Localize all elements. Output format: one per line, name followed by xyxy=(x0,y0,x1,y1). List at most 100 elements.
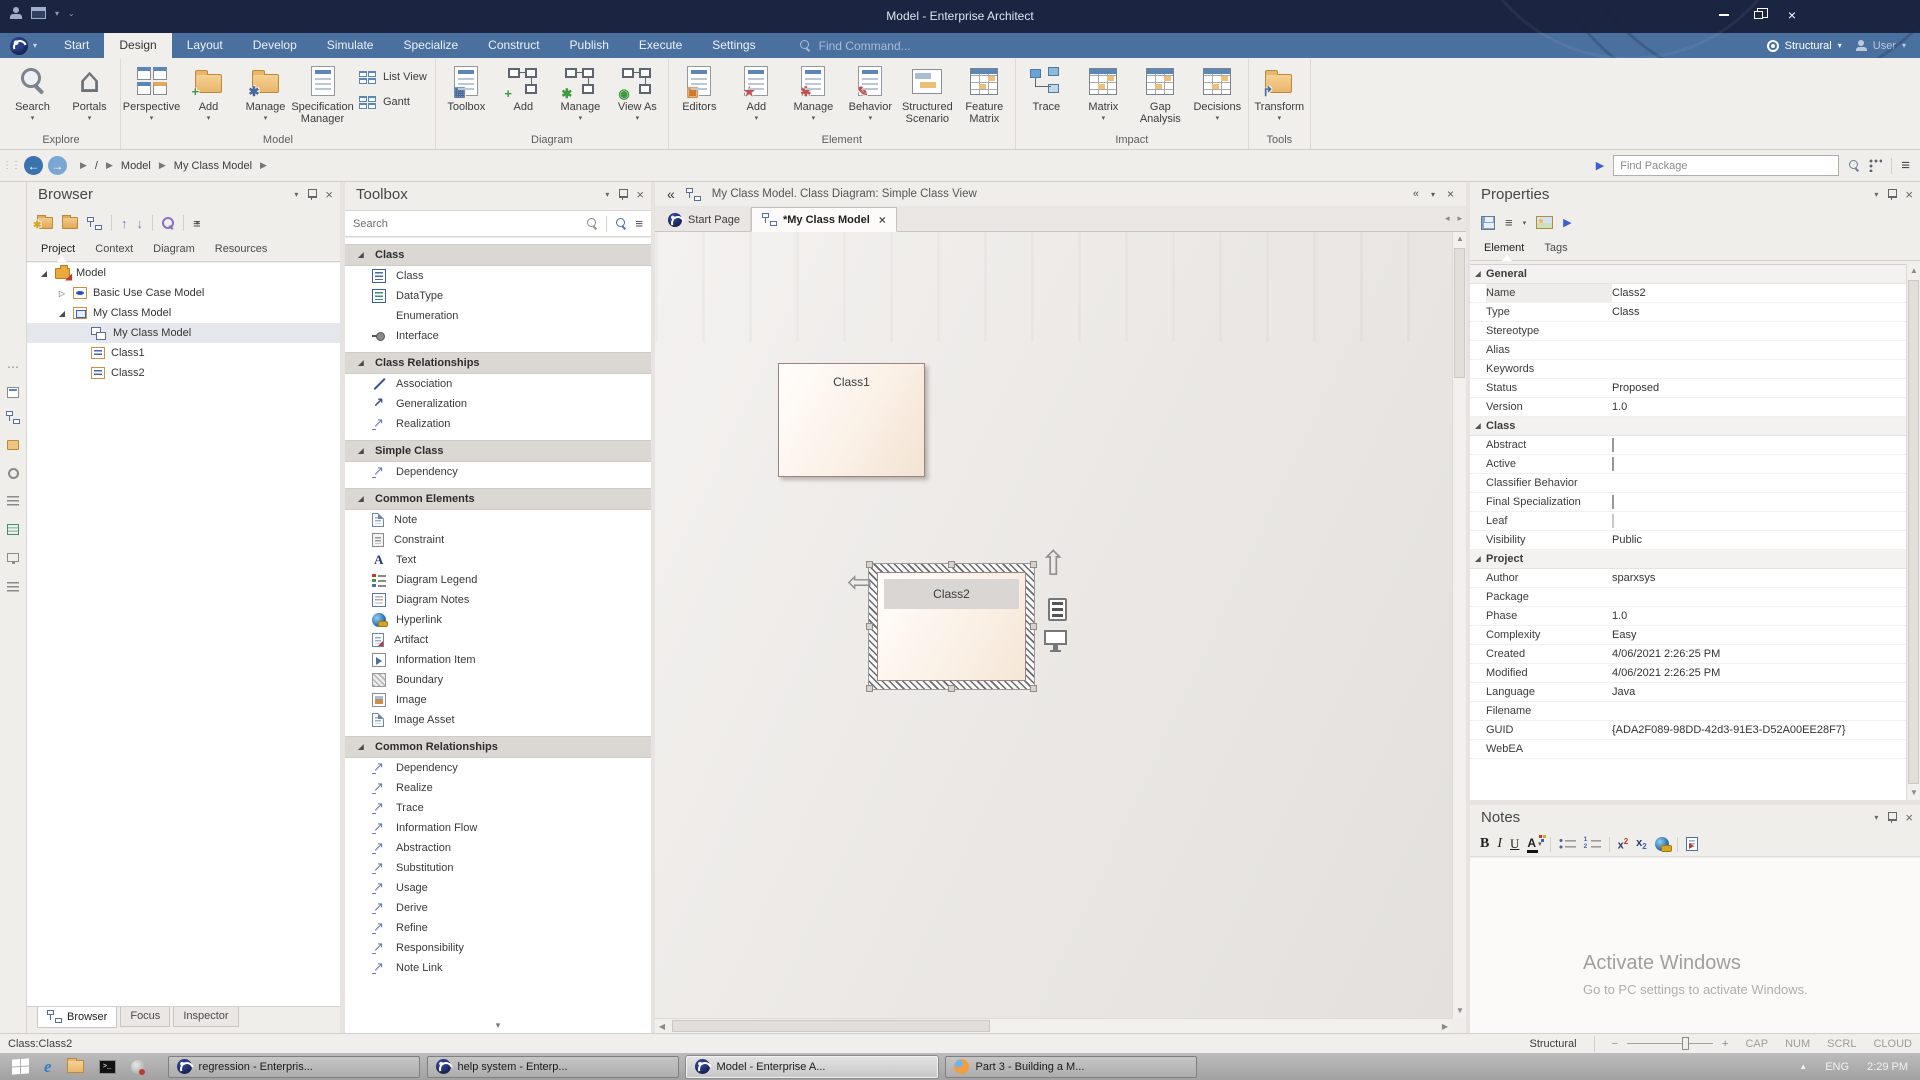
collapse-left-icon[interactable]: « xyxy=(667,186,675,202)
toolbox-item-image-asset[interactable]: Image Asset xyxy=(345,710,651,730)
toolbox-item-trace[interactable]: Trace xyxy=(345,798,651,818)
new-package-icon[interactable]: ✱ xyxy=(37,217,53,229)
properties-tab-element[interactable]: Element xyxy=(1484,242,1524,254)
move-up-icon[interactable]: ↑ xyxy=(121,216,128,231)
ribbon-button-feature-matrix[interactable]: FeatureMatrix xyxy=(956,59,1013,133)
diagram-canvas[interactable]: Class1 Class2 ⇦ ⇧ xyxy=(655,232,1452,1018)
subscript-button[interactable]: x2 xyxy=(1636,837,1647,851)
scroll-up-icon[interactable]: ▲ xyxy=(1907,264,1920,278)
toolbox-item-hyperlink[interactable]: Hyperlink xyxy=(345,610,651,630)
toolbox-item-usage[interactable]: Usage xyxy=(345,878,651,898)
ribbon-button-list-view[interactable]: List View xyxy=(357,69,427,85)
toolbox-search-input[interactable] xyxy=(353,218,578,230)
scroll-down-icon[interactable]: ▼ xyxy=(1907,786,1920,800)
property-value[interactable]: Easy xyxy=(1612,629,1906,641)
resize-handle[interactable] xyxy=(948,561,955,568)
browser-tab-project[interactable]: Project xyxy=(41,243,75,255)
panel-dropdown-icon[interactable]: ▾ xyxy=(294,190,298,199)
toolbox-item-dependency[interactable]: Dependency xyxy=(345,758,651,778)
resize-handle[interactable] xyxy=(948,685,955,692)
ribbon-button-add[interactable]: +Add▾ xyxy=(180,59,237,133)
toolbox-item-class[interactable]: Class xyxy=(345,266,651,286)
tab-list-icon[interactable]: ▾ xyxy=(1431,190,1435,199)
properties-scrollbar[interactable]: ▲ ▼ xyxy=(1906,264,1920,800)
scrollbar-thumb[interactable] xyxy=(1454,248,1465,378)
checkbox-final-specialization[interactable] xyxy=(1612,495,1614,509)
ribbon-tab-layout[interactable]: Layout xyxy=(172,33,238,58)
property-value[interactable] xyxy=(1612,439,1906,451)
tree-item-my-class-model[interactable]: My Class Model xyxy=(27,323,340,343)
ribbon-button-view-as[interactable]: ◉View As▾ xyxy=(609,59,666,133)
italic-button[interactable]: I xyxy=(1497,836,1502,852)
status-perspective-label[interactable]: Structural xyxy=(1530,1038,1577,1050)
ribbon-tab-construct[interactable]: Construct xyxy=(473,33,554,58)
property-value[interactable]: sparxsys xyxy=(1612,572,1906,584)
toolbox-item-note-link[interactable]: Note Link xyxy=(345,958,651,978)
ribbon-button-portals[interactable]: ⌂Portals▾ xyxy=(61,59,118,133)
scroll-tabs-right-icon[interactable]: ▸ xyxy=(1457,213,1462,224)
diagram-tab-my-class-model[interactable]: *My Class Model× xyxy=(751,207,897,232)
ribbon-button-perspective[interactable]: Perspective▾ xyxy=(123,59,180,133)
dock-panel-icon-4[interactable] xyxy=(6,466,20,480)
forward-arrow-icon[interactable]: ▶ xyxy=(1563,216,1571,229)
toolbox-section-simple-class[interactable]: ◢Simple Class xyxy=(345,440,651,462)
superscript-button[interactable]: x2 xyxy=(1618,837,1629,852)
save-icon[interactable] xyxy=(1481,216,1495,230)
toolbox-item-realize[interactable]: Realize xyxy=(345,778,651,798)
dock-panel-icon-3[interactable] xyxy=(6,438,20,452)
toolbox-item-image[interactable]: Image xyxy=(345,690,651,710)
minimize-button[interactable] xyxy=(1712,6,1736,24)
taskbar-button-model-enterprise-a[interactable]: Model - Enterprise A... xyxy=(686,1056,938,1078)
class1-element[interactable]: Class1 xyxy=(778,363,925,477)
notes-editor[interactable] xyxy=(1470,858,1920,1033)
bottom-tab-browser[interactable]: Browser xyxy=(37,1007,117,1028)
property-section-class[interactable]: ◢Class xyxy=(1470,417,1906,436)
zoom-out-button[interactable]: − xyxy=(1612,1038,1618,1050)
scrollbar-thumb[interactable] xyxy=(1908,280,1919,784)
bottom-tab-focus[interactable]: Focus xyxy=(120,1007,170,1027)
navigate-forward-button[interactable]: → xyxy=(48,156,67,175)
ribbon-button-add[interactable]: +Add xyxy=(495,59,552,133)
hyperlink-button[interactable] xyxy=(1655,837,1669,851)
ribbon-button-toolbox[interactable]: ▦Toolbox xyxy=(438,59,495,133)
utility-icon[interactable] xyxy=(131,1060,145,1074)
advanced-search-icon[interactable] xyxy=(615,218,627,230)
toolbox-item-constraint[interactable]: Constraint xyxy=(345,530,651,550)
restore-button[interactable] xyxy=(1746,6,1770,24)
ribbon-tab-specialize[interactable]: Specialize xyxy=(388,33,473,58)
numbered-list-button[interactable] xyxy=(1584,838,1601,850)
toolbox-item-boundary[interactable]: Boundary xyxy=(345,670,651,690)
ribbon-button-gantt[interactable]: Gantt xyxy=(357,94,427,110)
toolbox-section-common-elements[interactable]: ◢Common Elements xyxy=(345,488,651,510)
close-icon[interactable]: × xyxy=(636,189,644,200)
dock-panel-icon-7[interactable] xyxy=(6,550,20,564)
toolbox-section-class[interactable]: ◢Class xyxy=(345,244,651,266)
dock-panel-icon-2[interactable] xyxy=(6,410,20,424)
ribbon-button-manage[interactable]: ✱Manage▾ xyxy=(785,59,842,133)
tray-expand-icon[interactable]: ▲ xyxy=(1799,1062,1807,1071)
toolbox-item-datatype[interactable]: DataType xyxy=(345,286,651,306)
browser-tab-context[interactable]: Context xyxy=(95,243,133,255)
font-color-button[interactable]: A▾ xyxy=(1527,836,1541,853)
find-package-input[interactable] xyxy=(1613,155,1839,176)
toolbox-item-realization[interactable]: Realization xyxy=(345,414,651,434)
command-prompt-icon[interactable]: >_ xyxy=(99,1060,116,1074)
menu-icon[interactable]: ≡▾ xyxy=(193,216,199,231)
toolbox-scroll-more-icon[interactable]: ▾ xyxy=(496,1020,501,1031)
find-command[interactable]: Find Command... xyxy=(799,33,911,58)
browser-tab-diagram[interactable]: Diagram xyxy=(153,243,195,255)
toolbox-item-information-item[interactable]: Information Item xyxy=(345,650,651,670)
user-menu[interactable]: User ▾ xyxy=(1856,40,1906,52)
toolbox-item-information-flow[interactable]: Information Flow xyxy=(345,818,651,838)
breadcrumb-item-my-class-model[interactable]: My Class Model xyxy=(174,160,252,172)
bullet-list-button[interactable] xyxy=(1559,838,1576,850)
underline-button[interactable]: U xyxy=(1510,836,1519,852)
move-down-icon[interactable]: ↓ xyxy=(137,216,144,231)
ribbon-button-specification-manager[interactable]: SpecificationManager xyxy=(294,59,351,133)
breadcrumb-item-model[interactable]: Model xyxy=(121,160,151,172)
navigate-back-button[interactable]: ← xyxy=(24,156,43,175)
scrollbar-thumb[interactable] xyxy=(672,1020,990,1032)
scroll-tabs-left-icon[interactable]: « xyxy=(1413,188,1419,200)
tray-language[interactable]: ENG xyxy=(1825,1061,1849,1073)
toolbox-item-abstraction[interactable]: Abstraction xyxy=(345,838,651,858)
